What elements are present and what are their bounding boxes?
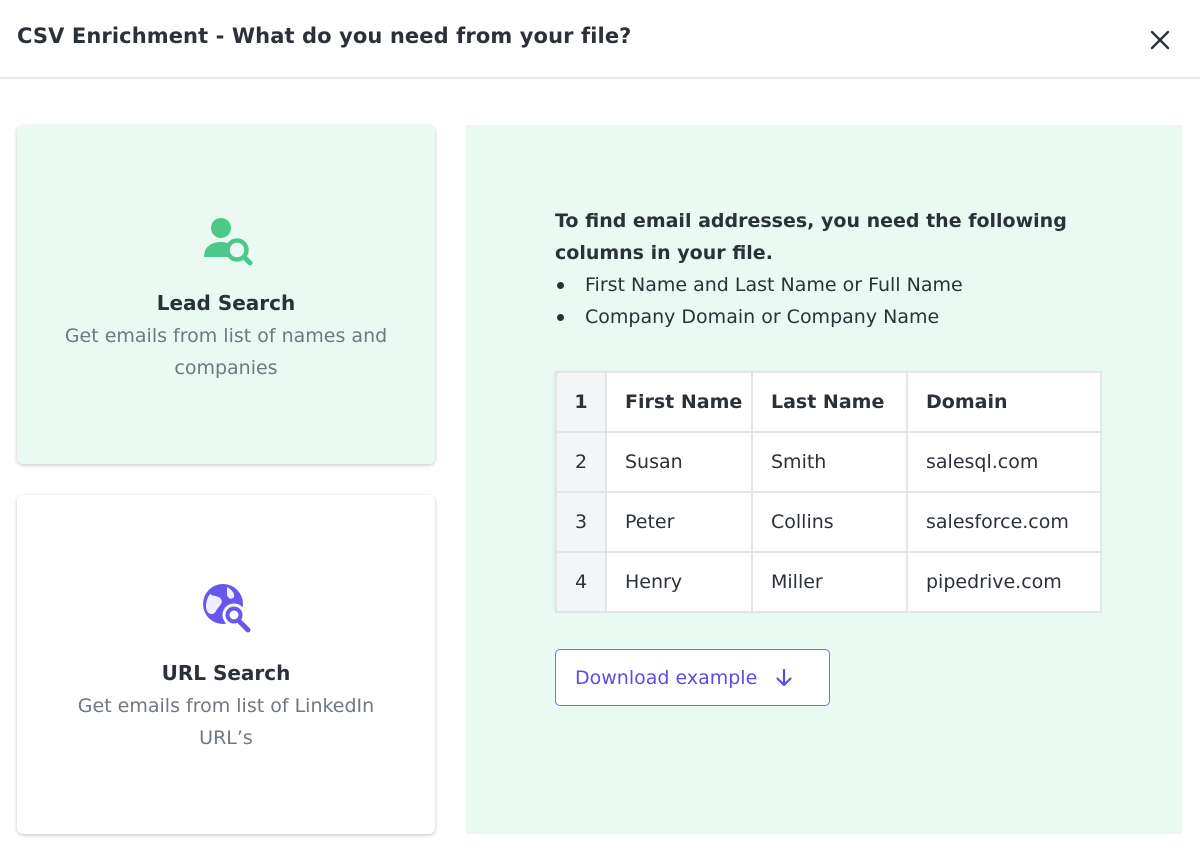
modal-header: CSV Enrichment - What do you need from y… [0, 0, 1200, 79]
download-example-label: Download example [575, 666, 758, 689]
table-row: 4 Henry Miller pipedrive.com [555, 551, 1102, 613]
lead-search-option[interactable]: Lead Search Get emails from list of name… [17, 125, 435, 464]
column-header: Domain [906, 371, 1102, 433]
instructions-text: To find email addresses, you need the fo… [555, 210, 1067, 264]
table-cell: pipedrive.com [906, 551, 1102, 613]
table-row: 2 Susan Smith salesql.com [555, 431, 1102, 493]
row-index: 3 [555, 491, 607, 553]
table-cell: Peter [605, 491, 753, 553]
table-row: 3 Peter Collins salesforce.com [555, 491, 1102, 553]
user-search-icon [194, 215, 258, 279]
table-header-row: 1 First Name Last Name Domain [555, 371, 1102, 433]
requirements-panel: To find email addresses, you need the fo… [466, 125, 1182, 834]
lead-search-description: Get emails from list of names and compan… [64, 325, 388, 379]
table-cell: Collins [751, 491, 908, 553]
table-cell: Smith [751, 431, 908, 493]
row-index: 1 [555, 371, 607, 433]
url-search-option[interactable]: URL Search Get emails from list of Linke… [17, 495, 435, 834]
requirement-item: First Name and Last Name or Full Name [555, 269, 1115, 301]
column-header: First Name [605, 371, 753, 433]
example-table: 1 First Name Last Name Domain 2 Susan Sm… [555, 371, 1102, 613]
column-header: Last Name [751, 371, 908, 433]
row-index: 2 [555, 431, 607, 493]
close-icon [1150, 30, 1170, 50]
row-index: 4 [555, 551, 607, 613]
globe-search-icon [194, 579, 258, 643]
lead-search-title: Lead Search [156, 291, 296, 315]
requirement-item: Company Domain or Company Name [555, 301, 1115, 333]
url-search-description: Get emails from list of LinkedIn URL’s [77, 695, 375, 749]
table-cell: salesql.com [906, 431, 1102, 493]
modal-title: CSV Enrichment - What do you need from y… [17, 24, 632, 48]
download-example-button[interactable]: Download example [555, 649, 830, 706]
table-cell: salesforce.com [906, 491, 1102, 553]
table-cell: Miller [751, 551, 908, 613]
arrow-down-icon [776, 668, 792, 686]
close-button[interactable] [1144, 24, 1176, 56]
requirements-list: First Name and Last Name or Full Name Co… [555, 269, 1115, 333]
url-search-title: URL Search [161, 661, 291, 685]
table-cell: Susan [605, 431, 753, 493]
table-cell: Henry [605, 551, 753, 613]
